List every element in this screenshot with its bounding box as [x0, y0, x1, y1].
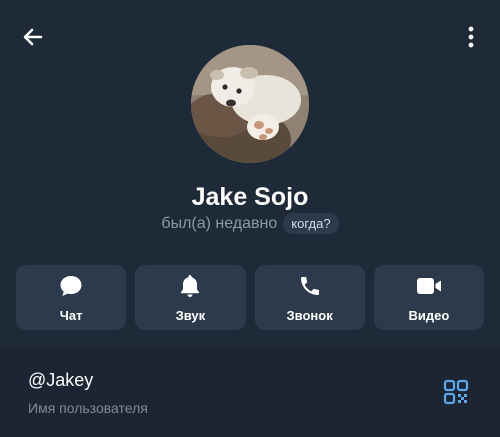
- arrow-left-icon: [23, 28, 43, 46]
- when-badge[interactable]: когда?: [283, 213, 339, 234]
- avatar-photo: [191, 45, 309, 163]
- bell-icon: [181, 274, 200, 297]
- status-row: был(а) недавно когда?: [0, 213, 500, 234]
- video-button[interactable]: Видео: [373, 265, 484, 330]
- last-seen-status: был(а) недавно: [161, 214, 278, 232]
- username-caption: Имя пользователя: [28, 400, 148, 416]
- avatar[interactable]: [191, 45, 309, 163]
- call-button[interactable]: Звонок: [254, 265, 365, 330]
- sound-button[interactable]: Звук: [135, 265, 246, 330]
- qr-code-icon: [443, 379, 469, 405]
- chat-button[interactable]: Чат: [16, 265, 127, 330]
- more-menu-button[interactable]: [456, 18, 486, 56]
- action-buttons: Чат Звук Звонок Видео: [16, 265, 484, 330]
- video-camera-icon: [416, 277, 441, 294]
- video-button-label: Видео: [408, 307, 450, 323]
- qr-code-button[interactable]: [443, 379, 469, 405]
- info-section: @Jakey Имя пользователя: [0, 346, 500, 437]
- sound-button-label: Звук: [175, 307, 206, 323]
- more-vertical-icon: [468, 26, 474, 48]
- back-button[interactable]: [14, 18, 52, 56]
- profile-name: Jake Sojo: [191, 183, 309, 211]
- username-value[interactable]: @Jakey: [28, 370, 93, 391]
- call-button-label: Звонок: [286, 307, 333, 323]
- phone-icon: [300, 276, 319, 295]
- chat-button-label: Чат: [59, 307, 83, 323]
- chat-bubble-icon: [60, 275, 82, 296]
